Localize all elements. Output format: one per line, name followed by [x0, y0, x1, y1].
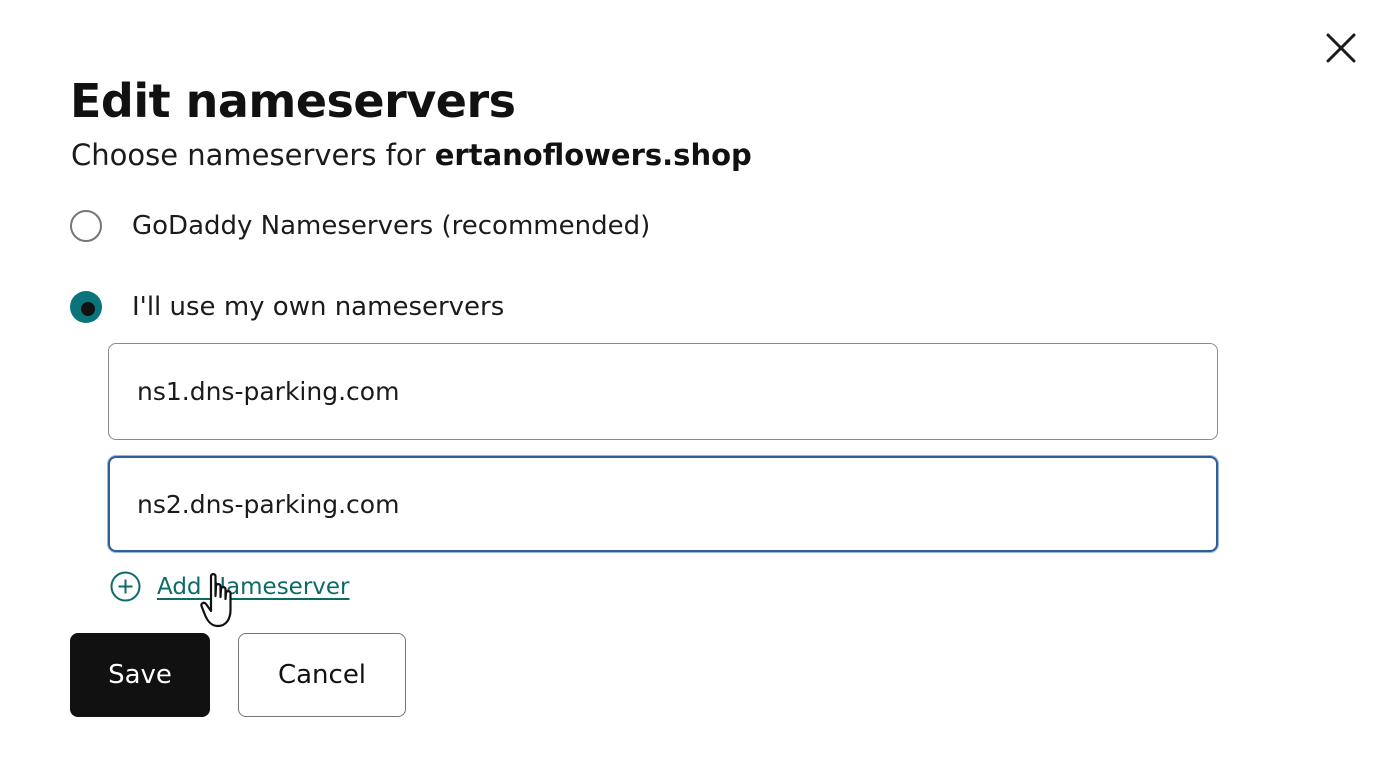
own-nameservers-radio[interactable] [70, 291, 102, 323]
subtitle-prefix: Choose nameservers for [71, 138, 435, 172]
add-nameserver-link[interactable]: Add Nameserver [157, 574, 350, 600]
close-icon [1326, 33, 1356, 63]
option-own-nameservers[interactable]: I'll use my own nameservers [70, 291, 504, 323]
godaddy-radio[interactable] [70, 210, 102, 242]
own-option-label: I'll use my own nameservers [132, 292, 505, 322]
option-godaddy-nameservers[interactable]: GoDaddy Nameservers (recommended) [70, 210, 650, 242]
domain-name: ertanoflowers.shop [434, 138, 752, 172]
edit-nameservers-dialog: Edit nameservers Choose nameservers for … [0, 0, 1393, 782]
save-button[interactable]: Save [70, 633, 210, 717]
nameserver-1-input[interactable] [108, 343, 1218, 440]
nameserver-2-input[interactable] [108, 456, 1218, 552]
cancel-button[interactable]: Cancel [238, 633, 406, 717]
close-button[interactable] [1322, 29, 1360, 67]
plus-circle-icon [110, 571, 141, 602]
dialog-title: Edit nameservers [70, 74, 516, 128]
dialog-subtitle: Choose nameservers for ertanoflowers.sho… [71, 136, 752, 174]
godaddy-option-label: GoDaddy Nameservers (recommended) [132, 211, 651, 241]
add-nameserver-button[interactable]: Add Nameserver [110, 571, 350, 602]
